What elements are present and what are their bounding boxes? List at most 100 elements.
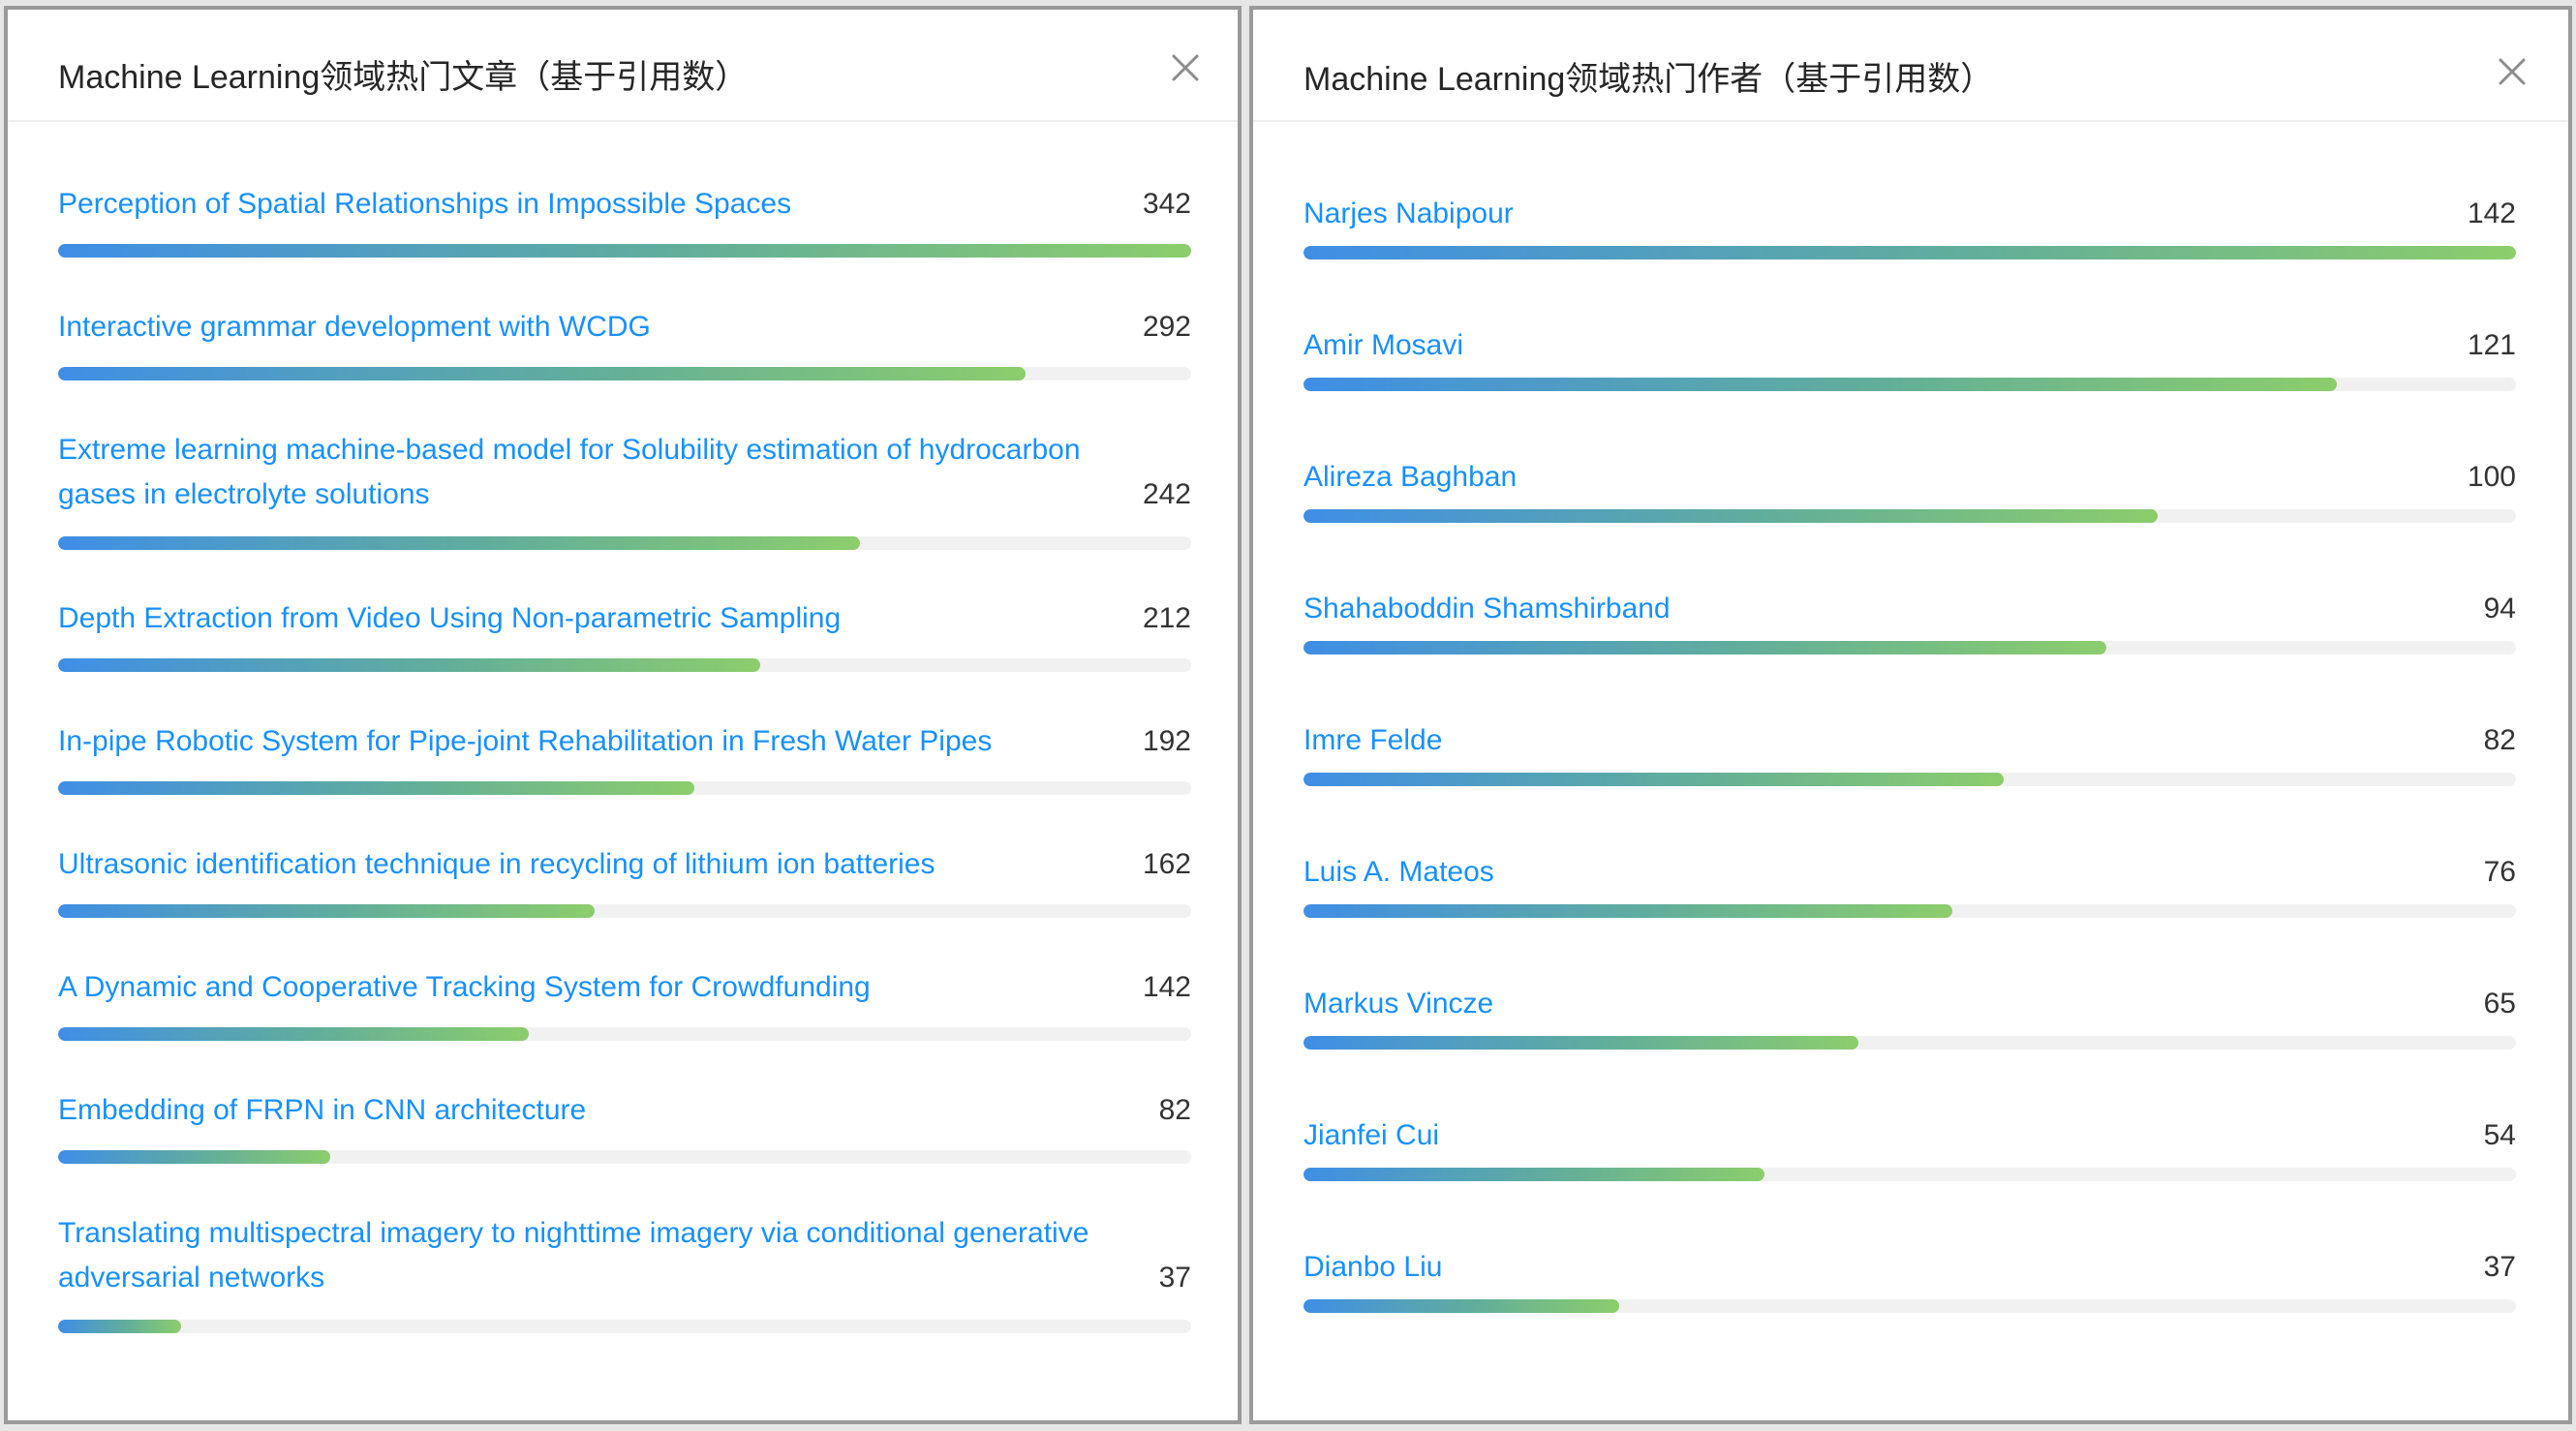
author-row: Shahaboddin Shamshirband 94: [1303, 587, 2516, 674]
citation-bar-track: [1303, 773, 2516, 786]
article-title-link[interactable]: Embedding of FRPN in CNN architecture: [58, 1088, 1133, 1133]
citation-bar-fill: [1303, 1299, 1620, 1313]
article-title-link[interactable]: In-pipe Robotic System for Pipe-joint Re…: [58, 719, 1133, 764]
author-name-link[interactable]: Luis A. Mateos: [1303, 850, 2369, 895]
citation-bar-fill: [58, 658, 761, 672]
citation-bar-fill: [58, 781, 694, 795]
citation-bar-fill: [58, 904, 596, 918]
author-row: Imre Felde 82: [1303, 718, 2516, 806]
citation-bar-track: [1303, 378, 2516, 391]
article-row: A Dynamic and Cooperative Tracking Syste…: [58, 965, 1191, 1052]
citation-count: 100: [2467, 461, 2516, 493]
citation-count: 292: [1142, 311, 1191, 343]
author-row: Narjes Nabipour 142: [1303, 192, 2516, 279]
author-row: Jianfei Cui 54: [1303, 1113, 2516, 1201]
citation-bar-track: [1303, 1299, 2516, 1313]
citation-bar-fill: [1303, 773, 2004, 786]
close-icon: [1172, 54, 1199, 81]
article-title-link[interactable]: Ultrasonic identification technique in r…: [58, 842, 1133, 887]
citation-bar-fill: [58, 1150, 330, 1164]
author-name-link[interactable]: Markus Vincze: [1303, 982, 2369, 1026]
citation-count: 121: [2467, 329, 2516, 361]
citation-bar-fill: [1303, 1168, 1765, 1181]
citation-count: 37: [2483, 1251, 2516, 1283]
author-name-link[interactable]: Amir Mosavi: [1303, 323, 2369, 368]
author-row: Dianbo Liu 37: [1303, 1245, 2516, 1332]
citation-bar-fill: [1303, 904, 1953, 918]
article-row: Translating multispectral imagery to nig…: [58, 1211, 1191, 1356]
citation-bar-fill: [1303, 1036, 1859, 1050]
citation-count: 212: [1142, 602, 1191, 634]
citation-count: 242: [1142, 478, 1191, 510]
citation-bar-track: [58, 1320, 1191, 1333]
screenshot-stage: Machine Learning领域热门文章（基于引用数） Perception…: [0, 0, 2576, 1431]
citation-bar-track: [58, 244, 1191, 258]
citation-bar-fill: [58, 367, 1026, 381]
author-row: Alireza Baghban 100: [1303, 455, 2516, 542]
author-name-link[interactable]: Narjes Nabipour: [1303, 192, 2369, 236]
article-row: In-pipe Robotic System for Pipe-joint Re…: [58, 719, 1191, 807]
citation-bar-track: [58, 367, 1191, 381]
article-row: Perception of Spatial Relationships in I…: [58, 182, 1191, 269]
citation-bar-track: [1303, 1036, 2516, 1050]
close-icon: [2499, 58, 2526, 85]
author-row: Markus Vincze 65: [1303, 982, 2516, 1069]
citation-bar-track: [58, 904, 1191, 918]
authors-panel-header: Machine Learning领域热门作者（基于引用数）: [1253, 10, 2568, 122]
citation-count: 37: [1158, 1262, 1191, 1294]
citation-bar-fill: [1303, 641, 2106, 655]
citation-bar-fill: [1303, 246, 2516, 259]
article-row: Interactive grammar development with WCD…: [58, 305, 1191, 392]
article-title-link[interactable]: Translating multispectral imagery to nig…: [58, 1211, 1133, 1300]
author-row: Amir Mosavi 121: [1303, 323, 2516, 411]
author-name-link[interactable]: Jianfei Cui: [1303, 1113, 2369, 1158]
article-title-link[interactable]: Perception of Spatial Relationships in I…: [58, 182, 1133, 227]
article-row: Embedding of FRPN in CNN architecture 82: [58, 1088, 1191, 1175]
authors-close-button[interactable]: [2495, 54, 2530, 89]
citation-count: 54: [2483, 1119, 2516, 1151]
article-title-link[interactable]: A Dynamic and Cooperative Tracking Syste…: [58, 965, 1133, 1010]
citation-bar-fill: [58, 244, 1191, 258]
author-name-link[interactable]: Dianbo Liu: [1303, 1245, 2369, 1290]
citation-count: 192: [1142, 725, 1191, 757]
citation-bar-track: [1303, 246, 2516, 259]
citation-count: 76: [2483, 856, 2516, 888]
citation-bar-fill: [1303, 509, 2158, 523]
citation-count: 142: [1142, 971, 1191, 1003]
article-title-link[interactable]: Interactive grammar development with WCD…: [58, 305, 1133, 350]
article-row: Ultrasonic identification technique in r…: [58, 842, 1191, 929]
citation-bar-track: [58, 1150, 1191, 1164]
articles-panel-header: Machine Learning领域热门文章（基于引用数）: [8, 10, 1238, 122]
citation-count: 65: [2483, 988, 2516, 1020]
citation-bar-track: [1303, 1168, 2516, 1181]
top-articles-panel: Machine Learning领域热门文章（基于引用数） Perception…: [4, 6, 1242, 1424]
author-name-link[interactable]: Shahaboddin Shamshirband: [1303, 587, 2369, 631]
author-name-link[interactable]: Imre Felde: [1303, 718, 2369, 763]
citation-bar-fill: [1303, 378, 2337, 391]
citation-bar-fill: [58, 1320, 181, 1333]
articles-close-button[interactable]: [1168, 50, 1203, 85]
citation-bar-track: [58, 658, 1191, 672]
citation-bar-track: [1303, 641, 2516, 655]
authors-panel-title: Machine Learning领域热门作者（基于引用数）: [1303, 61, 1994, 98]
articles-panel-title: Machine Learning领域热门文章（基于引用数）: [58, 59, 749, 96]
author-name-link[interactable]: Alireza Baghban: [1303, 455, 2369, 500]
article-row: Extreme learning machine-based model for…: [58, 428, 1191, 573]
citation-count: 82: [2483, 724, 2516, 756]
citation-bar-track: [58, 1027, 1191, 1041]
citation-count: 142: [2467, 198, 2516, 229]
top-authors-panel: Machine Learning领域热门作者（基于引用数） Narjes Nab…: [1249, 6, 2572, 1424]
author-row: Luis A. Mateos 76: [1303, 850, 2516, 937]
citation-bar-track: [58, 781, 1191, 795]
article-row: Depth Extraction from Video Using Non-pa…: [58, 596, 1191, 684]
citation-count: 94: [2483, 593, 2516, 624]
citation-count: 82: [1158, 1094, 1191, 1126]
citation-bar-track: [1303, 509, 2516, 523]
article-title-link[interactable]: Depth Extraction from Video Using Non-pa…: [58, 596, 1133, 641]
citation-bar-fill: [58, 1027, 529, 1041]
citation-count: 342: [1142, 188, 1191, 220]
citation-bar-track: [1303, 904, 2516, 918]
article-title-link[interactable]: Extreme learning machine-based model for…: [58, 428, 1133, 517]
citation-bar-fill: [58, 536, 860, 550]
citation-bar-track: [58, 536, 1191, 550]
